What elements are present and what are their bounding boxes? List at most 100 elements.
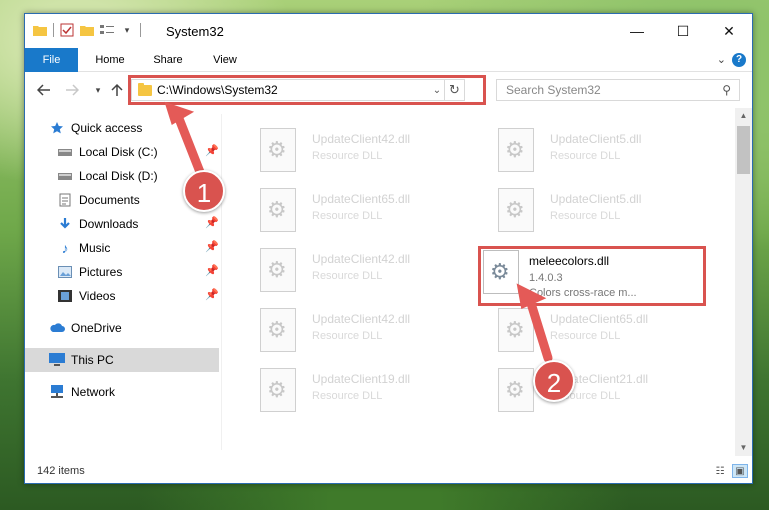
- download-icon: [57, 216, 73, 232]
- dll-file-icon: [498, 308, 534, 352]
- ribbon: File Home Share View ⌄ ?: [25, 48, 752, 72]
- sidebar-item-label: Local Disk (C:): [79, 145, 158, 159]
- pin-icon: 📌: [205, 217, 219, 229]
- file-type: Resource DLL: [312, 330, 383, 342]
- file-highlight-box: [478, 246, 706, 306]
- pictures-icon: [57, 264, 73, 280]
- star-icon: [49, 120, 65, 136]
- minimize-button[interactable]: —: [614, 14, 660, 48]
- network-icon: [49, 384, 65, 400]
- sidebar-item-label: Network: [71, 385, 116, 399]
- tab-file[interactable]: File: [25, 48, 78, 72]
- sidebar-item-label: Quick access: [71, 121, 143, 135]
- customize-icon[interactable]: [100, 23, 114, 37]
- close-button[interactable]: ✕: [706, 14, 752, 48]
- drive-icon: [57, 168, 73, 184]
- toolbar-separator: [140, 23, 141, 37]
- chevron-down-icon[interactable]: ⌄: [717, 53, 726, 66]
- drive-icon: [57, 144, 73, 160]
- maximize-button[interactable]: ☐: [660, 14, 706, 48]
- window-controls: — ☐ ✕: [614, 14, 752, 48]
- sidebar-item-network[interactable]: Network: [25, 380, 219, 404]
- music-icon: ♪: [61, 240, 69, 256]
- sidebar-item-onedrive[interactable]: OneDrive: [25, 316, 219, 340]
- file-item[interactable]: UpdateClient65.dll Resource DLL: [242, 182, 472, 238]
- file-name: UpdateClient42.dll: [312, 312, 411, 326]
- dll-file-icon: [498, 128, 534, 172]
- dll-file-icon: [498, 188, 534, 232]
- tab-view[interactable]: View: [203, 48, 247, 72]
- sidebar-item-label: Videos: [79, 289, 116, 303]
- help-icon[interactable]: ?: [732, 53, 746, 67]
- dll-file-icon: [498, 368, 534, 412]
- sidebar-item-quick-access[interactable]: Quick access: [25, 116, 219, 140]
- folder-icon: [33, 23, 47, 37]
- new-folder-icon[interactable]: [80, 23, 94, 37]
- file-item[interactable]: UpdateClient42.dll Resource DLL: [242, 242, 472, 298]
- sidebar-item-music[interactable]: ♪ Music 📌: [25, 236, 220, 260]
- search-icon[interactable]: ⚲: [722, 83, 731, 97]
- sidebar-item-videos[interactable]: Videos 📌: [25, 284, 219, 308]
- item-count: 142 items: [37, 465, 85, 477]
- file-name: UpdateClient5.dll: [550, 192, 642, 206]
- status-bar: 142 items ☷ ▣: [25, 459, 752, 483]
- file-name: UpdateClient65.dll: [550, 312, 649, 326]
- sidebar-item-label: This PC: [71, 353, 114, 367]
- pin-icon: 📌: [205, 241, 219, 253]
- up-button[interactable]: [108, 80, 126, 100]
- dll-file-icon: [260, 188, 296, 232]
- search-placeholder: Search System32: [506, 83, 601, 97]
- tab-home[interactable]: Home: [87, 48, 133, 72]
- scroll-down-button[interactable]: ▼: [735, 440, 752, 456]
- cloud-icon: [49, 320, 65, 336]
- file-item[interactable]: UpdateClient5.dll Resource DLL: [480, 182, 710, 238]
- file-name: UpdateClient65.dll: [312, 192, 411, 206]
- large-icons-view-icon[interactable]: ▣: [732, 464, 748, 478]
- file-item[interactable]: UpdateClient65.dll Resource DLL: [480, 302, 710, 358]
- file-name: UpdateClient19.dll: [312, 372, 411, 386]
- dll-file-icon: [260, 128, 296, 172]
- file-item[interactable]: UpdateClient42.dll Resource DLL: [242, 122, 472, 178]
- file-name: UpdateClient5.dll: [550, 132, 642, 146]
- file-item[interactable]: UpdateClient19.dll Resource DLL: [242, 362, 472, 418]
- videos-icon: [57, 288, 73, 304]
- pin-icon: 📌: [205, 145, 219, 157]
- toolbar-separator: [53, 23, 54, 37]
- navigation-pane: Quick access Local Disk (C:) 📌 Local Dis…: [25, 114, 219, 450]
- file-item[interactable]: UpdateClient21.dll Resource DLL: [480, 362, 710, 418]
- forward-button[interactable]: [63, 80, 81, 100]
- computer-icon: [49, 352, 65, 368]
- search-input[interactable]: Search System32 ⚲: [496, 79, 740, 101]
- back-button[interactable]: [35, 80, 53, 100]
- explorer-window: ▾ System32 — ☐ ✕ File Home Share View ⌄ …: [24, 13, 753, 484]
- properties-icon[interactable]: [60, 23, 74, 37]
- file-type: Resource DLL: [550, 210, 621, 222]
- file-type: Resource DLL: [312, 390, 383, 402]
- details-view-icon[interactable]: ☷: [712, 464, 728, 478]
- scroll-up-button[interactable]: ▲: [735, 108, 752, 124]
- file-type: Resource DLL: [312, 210, 383, 222]
- recent-locations-button[interactable]: ▾: [89, 80, 107, 100]
- pin-icon: 📌: [205, 265, 219, 277]
- file-type: Resource DLL: [550, 150, 621, 162]
- scrollbar-thumb[interactable]: [737, 126, 750, 174]
- file-name: UpdateClient42.dll: [312, 252, 411, 266]
- file-item[interactable]: UpdateClient42.dll Resource DLL: [242, 302, 472, 358]
- sidebar-item-label: OneDrive: [71, 321, 122, 335]
- sidebar-item-label: Downloads: [79, 217, 139, 231]
- title-bar: ▾ System32 — ☐ ✕: [25, 14, 752, 48]
- chevron-down-icon[interactable]: ▾: [120, 23, 134, 37]
- sidebar-item-label: Local Disk (D:): [79, 169, 158, 183]
- vertical-scrollbar[interactable]: ▲ ▼: [735, 108, 752, 456]
- documents-icon: [57, 192, 73, 208]
- sidebar-item-downloads[interactable]: Downloads 📌: [25, 212, 219, 236]
- tab-share[interactable]: Share: [145, 48, 191, 72]
- file-name: UpdateClient42.dll: [312, 132, 411, 146]
- sidebar-item-this-pc[interactable]: This PC: [25, 348, 219, 372]
- dll-file-icon: [260, 248, 296, 292]
- file-item[interactable]: UpdateClient5.dll Resource DLL: [480, 122, 710, 178]
- view-switcher: ☷ ▣: [712, 464, 748, 478]
- sidebar-item-local-disk-c[interactable]: Local Disk (C:) 📌: [25, 140, 219, 164]
- sidebar-item-pictures[interactable]: Pictures 📌: [25, 260, 219, 284]
- sidebar-item-label: Pictures: [79, 265, 123, 279]
